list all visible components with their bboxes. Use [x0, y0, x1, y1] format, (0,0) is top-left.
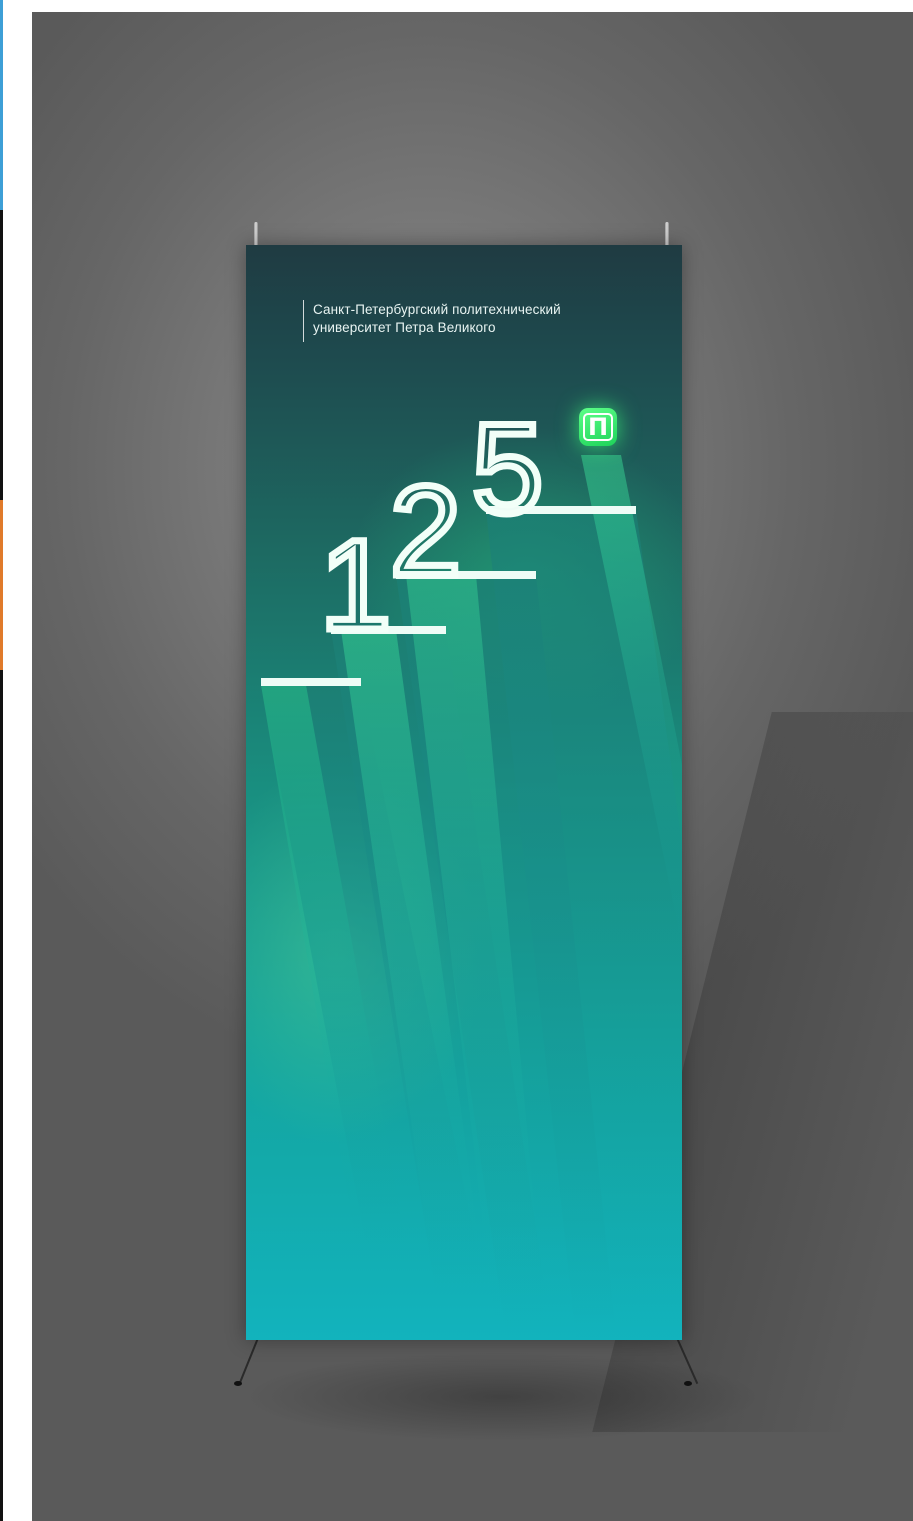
- header-divider: [303, 300, 304, 342]
- logo-letter: П: [582, 413, 614, 441]
- edge-strip: [0, 0, 32, 1521]
- edge-segment-dark-lower: [0, 670, 3, 1521]
- stand-foot-right: [684, 1381, 692, 1386]
- digit-one: 1: [320, 514, 391, 657]
- university-name: Санкт-Петербургский политехнический унив…: [313, 301, 561, 337]
- university-name-line-2: университет Петра Великого: [313, 320, 496, 335]
- floor-shadow: [242, 1352, 762, 1442]
- stand-foot-left: [234, 1381, 242, 1386]
- edge-segment-orange: [0, 500, 3, 670]
- digit-two: 2: [390, 460, 461, 603]
- edge-segment-dark: [0, 210, 3, 500]
- digit-five: 5: [472, 398, 543, 541]
- university-logo-icon: П: [579, 408, 617, 446]
- rollup-banner: 1 2 5 П Санкт-Петербургский политехничес…: [246, 245, 682, 1340]
- university-name-line-1: Санкт-Петербургский политехнический: [313, 302, 561, 317]
- edge-segment-blue: [0, 0, 3, 210]
